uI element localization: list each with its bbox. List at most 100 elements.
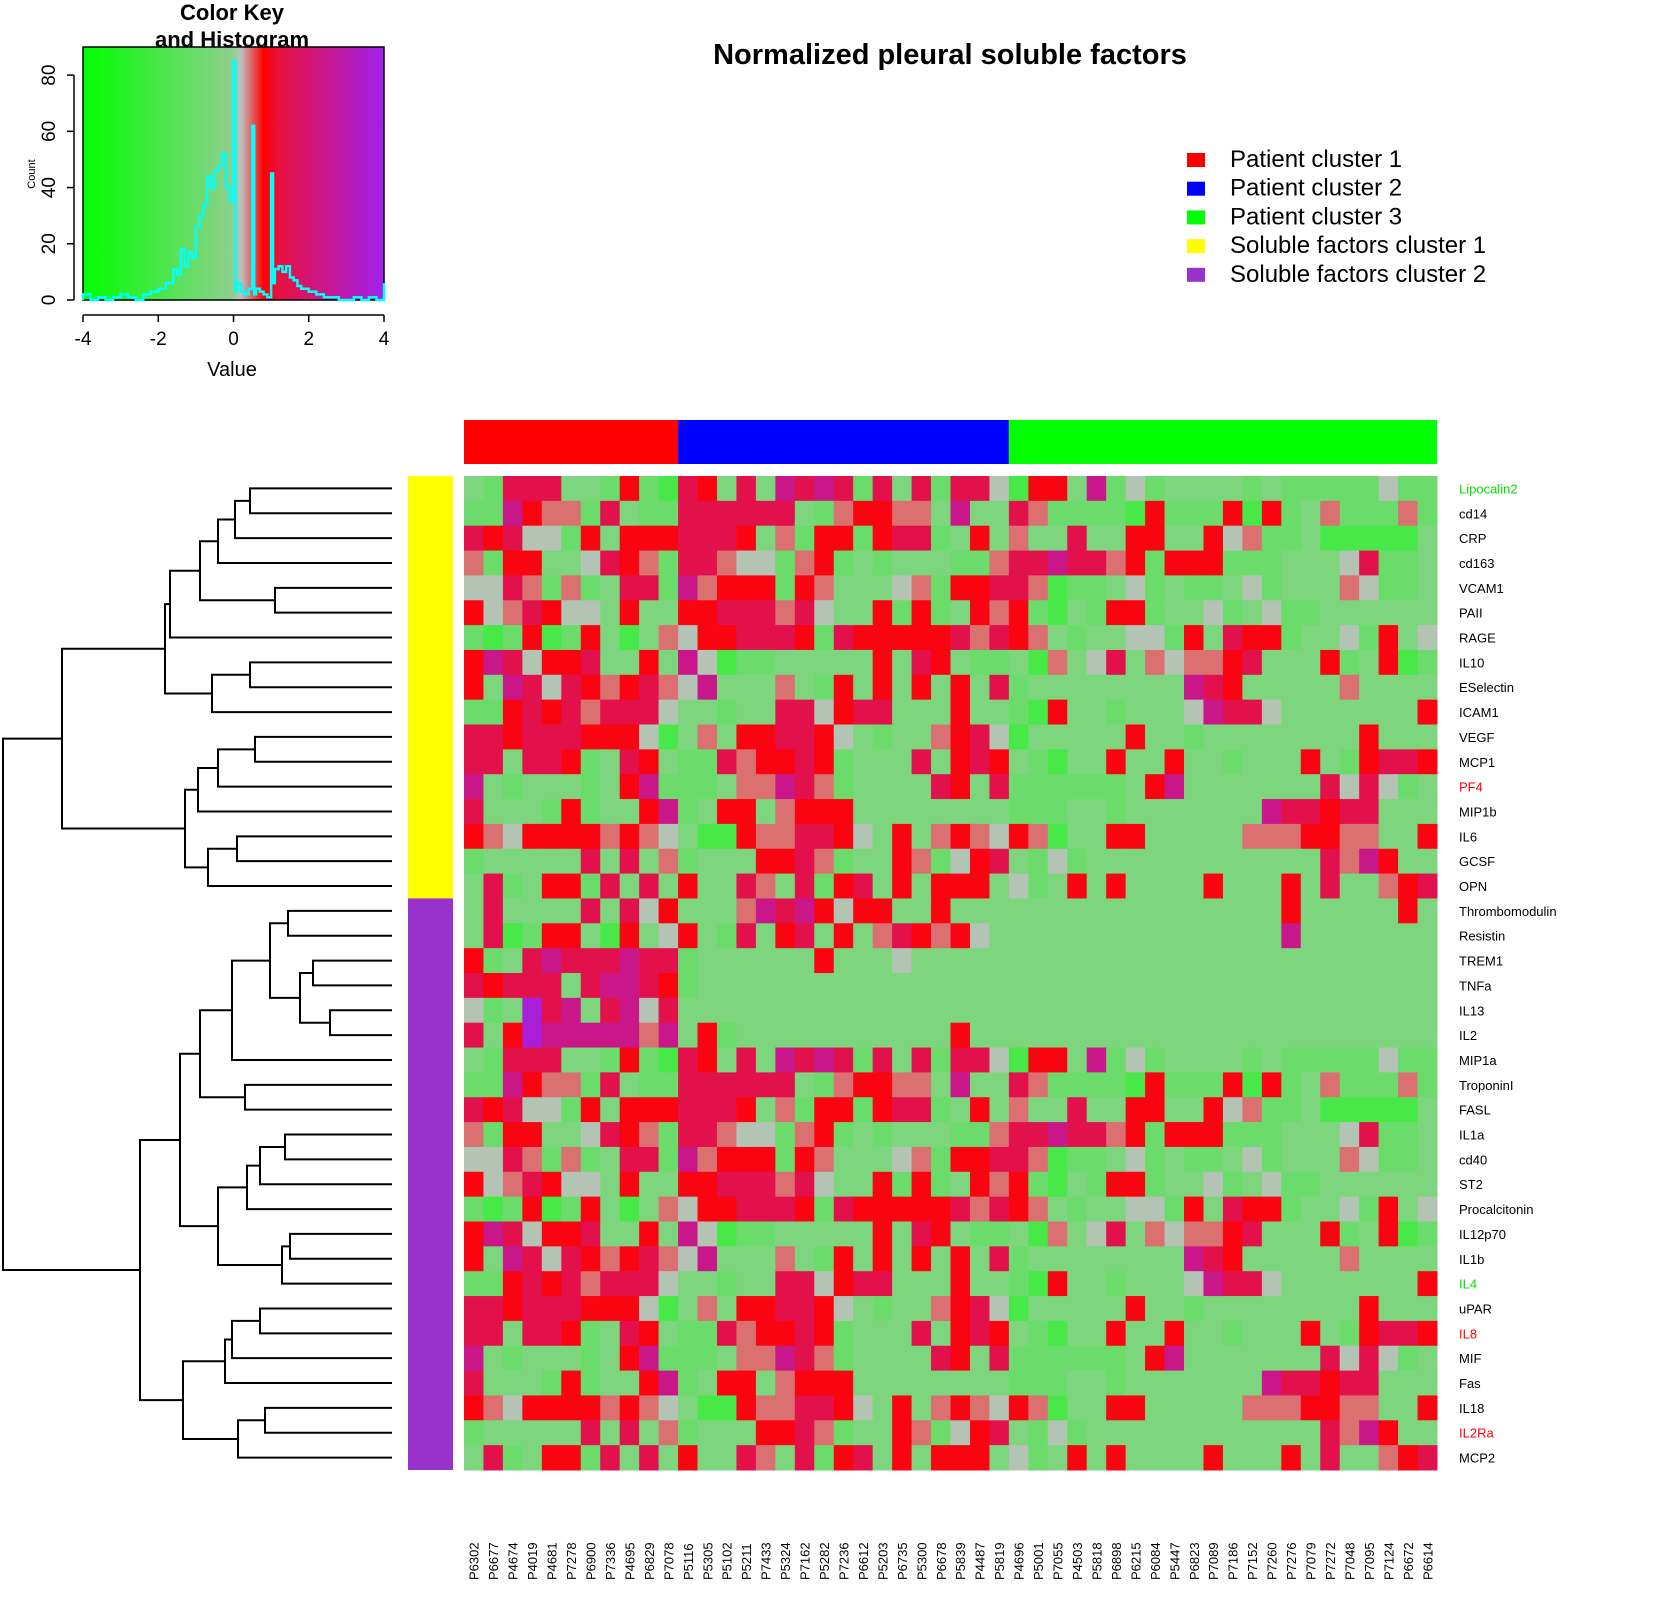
heatmap-cell — [892, 600, 913, 626]
heatmap-cell — [989, 1395, 1010, 1421]
heatmap-cell — [1067, 1097, 1088, 1123]
heatmap-cell — [483, 1047, 504, 1073]
heatmap-cell — [561, 1146, 582, 1173]
heatmap-cell — [1242, 1146, 1263, 1173]
heatmap-cell — [600, 1395, 621, 1421]
heatmap-cell — [814, 973, 835, 999]
key-x-tick-label: 2 — [303, 329, 314, 350]
heatmap-cell — [736, 1345, 757, 1372]
heatmap-cell — [464, 1171, 484, 1198]
heatmap-cell — [619, 674, 640, 701]
heatmap-cell — [1281, 1246, 1302, 1272]
heatmap-cell — [1222, 1196, 1243, 1222]
heatmap-cell — [1261, 1445, 1282, 1471]
heatmap-cell — [658, 997, 679, 1024]
heatmap-cell — [541, 1196, 562, 1222]
heatmap-cell — [1300, 774, 1321, 800]
heatmap-cell — [814, 625, 835, 651]
heatmap-cell — [814, 848, 835, 875]
heatmap-cell — [697, 724, 718, 750]
heatmap-cell — [931, 848, 951, 875]
heatmap-cell — [872, 1395, 893, 1421]
row-label: IL8 — [1459, 1326, 1477, 1341]
heatmap-cell — [697, 948, 718, 974]
heatmap-cell — [1417, 1072, 1438, 1098]
heatmap-cell — [580, 575, 601, 601]
heatmap-cell — [1008, 923, 1029, 949]
heatmap-cell — [1281, 500, 1302, 527]
heatmap-cell — [814, 1022, 835, 1049]
heatmap-cell — [794, 1146, 815, 1173]
heatmap-cell — [794, 1420, 815, 1446]
heatmap-cell — [1106, 1072, 1127, 1098]
row-label: TroponinI — [1459, 1078, 1513, 1093]
heatmap-cell — [833, 649, 854, 676]
heatmap-cell — [969, 774, 990, 800]
heatmap-cell — [619, 1420, 640, 1446]
heatmap-cell — [1222, 1345, 1243, 1372]
heatmap-cell — [1106, 1097, 1127, 1123]
heatmap-cell — [853, 774, 874, 800]
heatmap-cell — [892, 649, 913, 676]
heatmap-cell — [1106, 1122, 1127, 1148]
heatmap-cell — [678, 1320, 699, 1347]
heatmap-cell — [755, 575, 776, 601]
heatmap-cell — [1417, 625, 1438, 651]
heatmap-cell — [931, 476, 951, 502]
heatmap-cell — [561, 500, 582, 527]
heatmap-cell — [697, 823, 718, 850]
heatmap-cell — [1086, 1296, 1107, 1322]
heatmap-cell — [619, 1047, 640, 1073]
heatmap-cell — [775, 1420, 796, 1446]
heatmap-cell — [1281, 724, 1302, 750]
heatmap-cell — [814, 674, 835, 701]
heatmap-cell — [1125, 575, 1146, 601]
heatmap-cell — [1125, 1420, 1146, 1446]
heatmap-cell — [1320, 1345, 1341, 1372]
row-label: TREM1 — [1459, 954, 1503, 969]
heatmap-cell — [1106, 600, 1127, 626]
heatmap-cell — [1242, 1345, 1263, 1372]
heatmap-cell — [814, 799, 835, 825]
heatmap-cell — [1398, 1196, 1419, 1222]
heatmap-cell — [1184, 1072, 1204, 1098]
heatmap-cell — [950, 1146, 971, 1173]
heatmap-cell — [1203, 774, 1224, 800]
heatmap-cell — [1378, 1072, 1399, 1098]
heatmap-cell — [989, 1022, 1010, 1049]
heatmap-cell — [872, 1221, 893, 1247]
heatmap-cell — [697, 1171, 718, 1198]
heatmap-cell — [541, 848, 562, 875]
heatmap-cell — [950, 973, 971, 999]
heatmap-cell — [1184, 1296, 1204, 1322]
heatmap-cell — [1359, 997, 1380, 1024]
heatmap-cell — [1145, 1221, 1166, 1247]
heatmap-cell — [1359, 1022, 1380, 1049]
heatmap-cell — [931, 724, 951, 750]
heatmap-cell — [464, 1097, 484, 1123]
heatmap-cell — [1106, 1196, 1127, 1222]
heatmap-cell — [794, 948, 815, 974]
row-label: VEGF — [1459, 730, 1494, 745]
column-label: P5839 — [953, 1542, 968, 1580]
heatmap-cell — [755, 1196, 776, 1222]
heatmap-cell — [794, 1171, 815, 1198]
heatmap-cell — [1222, 1320, 1243, 1347]
heatmap-cell — [1242, 674, 1263, 701]
heatmap-cell — [1242, 799, 1263, 825]
heatmap-cell — [1300, 1146, 1321, 1173]
heatmap-cell — [833, 1196, 854, 1222]
heatmap-cell — [1261, 973, 1282, 999]
heatmap-cell — [1203, 724, 1224, 750]
heatmap-cell — [522, 1097, 543, 1123]
heatmap-cell — [658, 823, 679, 850]
heatmap-cell — [464, 1221, 484, 1247]
heatmap-cell — [619, 898, 640, 924]
heatmap-cell — [931, 749, 951, 775]
heatmap-cell — [1203, 923, 1224, 949]
heatmap-cell — [1008, 1072, 1029, 1098]
heatmap-cell — [833, 699, 854, 725]
heatmap-cell — [716, 1370, 737, 1396]
heatmap-cell — [775, 550, 796, 576]
heatmap-cell — [931, 674, 951, 701]
